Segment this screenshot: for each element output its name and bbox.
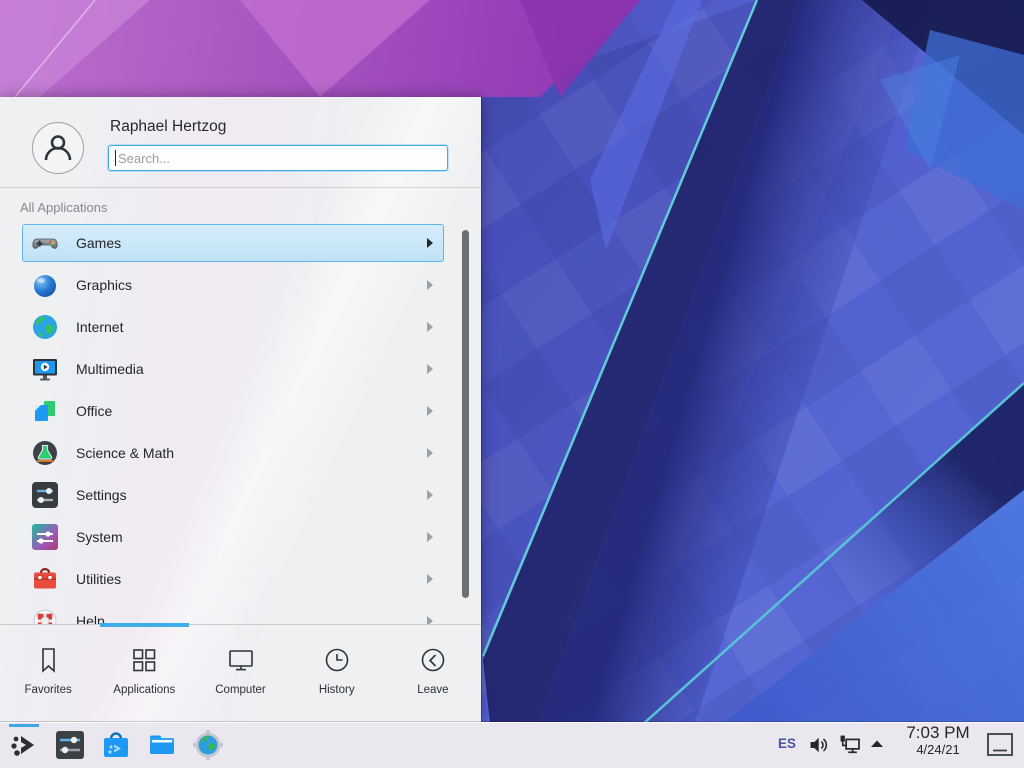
category-system[interactable]: System [22,518,444,556]
search-field-wrap [108,145,448,171]
app-grid-icon [129,645,159,675]
submenu-arrow-icon [427,238,433,248]
history-clock-icon [322,645,352,675]
tab-label: History [289,684,385,696]
system-settings-icon[interactable] [54,729,86,761]
tab-favorites[interactable]: Favorites [0,625,96,723]
category-label: Games [76,235,121,251]
network-icon[interactable] [838,733,862,757]
application-launcher-menu: Raphael Hertzog All Applications Games [0,97,481,722]
settings-sliders-icon [29,479,61,511]
clock-time: 7:03 PM [893,724,983,743]
category-office[interactable]: Office [22,392,444,430]
submenu-arrow-icon [427,364,433,374]
category-list: Games Graphics Internet [0,217,460,624]
science-flask-icon [29,437,61,469]
submenu-arrow-icon [427,574,433,584]
category-help[interactable]: Help [22,602,444,624]
taskbar: ES 7:03 PM 4/24/21 [0,722,1024,768]
tab-leave[interactable]: Leave [385,625,481,723]
keyboard-layout-indicator[interactable]: ES [778,736,796,751]
category-label: Internet [76,319,123,335]
category-label: Science & Math [76,445,174,461]
tab-label: Computer [192,684,288,696]
category-label: System [76,529,123,545]
category-label: Office [76,403,112,419]
tab-applications[interactable]: Applications [96,625,192,723]
web-browser-icon[interactable] [192,729,224,761]
category-label: Graphics [76,277,132,293]
user-avatar-icon[interactable] [32,122,84,174]
leave-icon [418,645,448,675]
category-label: Settings [76,487,127,503]
volume-icon[interactable] [808,733,832,757]
category-label: Multimedia [76,361,144,377]
submenu-arrow-icon [427,532,433,542]
launcher-header: Raphael Hertzog [0,97,481,188]
submenu-arrow-icon [427,280,433,290]
tab-label: Favorites [0,684,96,696]
list-scrollbar[interactable] [462,230,469,598]
tab-computer[interactable]: Computer [192,625,288,723]
globe-icon [29,311,61,343]
user-name: Raphael Hertzog [110,118,226,136]
category-games[interactable]: Games [22,224,444,262]
submenu-arrow-icon [427,322,433,332]
category-multimedia[interactable]: Multimedia [22,350,444,388]
graphics-ball-icon [29,269,61,301]
search-input[interactable] [108,145,448,171]
computer-icon [226,645,256,675]
submenu-arrow-icon [427,616,433,624]
submenu-arrow-icon [427,406,433,416]
multimedia-monitor-icon [29,353,61,385]
kde-launcher-icon[interactable] [8,729,40,761]
submenu-arrow-icon [427,448,433,458]
tab-label: Applications [96,684,192,696]
bookmark-icon [33,645,63,675]
file-manager-icon[interactable] [146,729,178,761]
category-utilities[interactable]: Utilities [22,560,444,598]
digital-clock[interactable]: 7:03 PM 4/24/21 [893,724,983,757]
tab-label: Leave [385,684,481,696]
submenu-arrow-icon [427,490,433,500]
desktop: Raphael Hertzog All Applications Games [0,0,1024,768]
office-documents-icon [29,395,61,427]
category-science-math[interactable]: Science & Math [22,434,444,472]
tab-history[interactable]: History [289,625,385,723]
category-label: Utilities [76,571,121,587]
expand-up-icon[interactable] [866,733,888,755]
help-lifebuoy-icon [29,605,61,624]
section-label: All Applications [20,200,107,215]
show-desktop-icon[interactable] [987,733,1013,756]
category-graphics[interactable]: Graphics [22,266,444,304]
text-caret [115,150,116,166]
clock-date: 4/24/21 [893,743,983,757]
system-sliders-icon [29,521,61,553]
discover-icon[interactable] [100,729,132,761]
utilities-toolbox-icon [29,563,61,595]
category-internet[interactable]: Internet [22,308,444,346]
launcher-tab-bar: Favorites Applications Computer [0,624,481,723]
gamepad-icon [29,227,61,259]
launcher-active-indicator [9,724,39,727]
category-settings[interactable]: Settings [22,476,444,514]
